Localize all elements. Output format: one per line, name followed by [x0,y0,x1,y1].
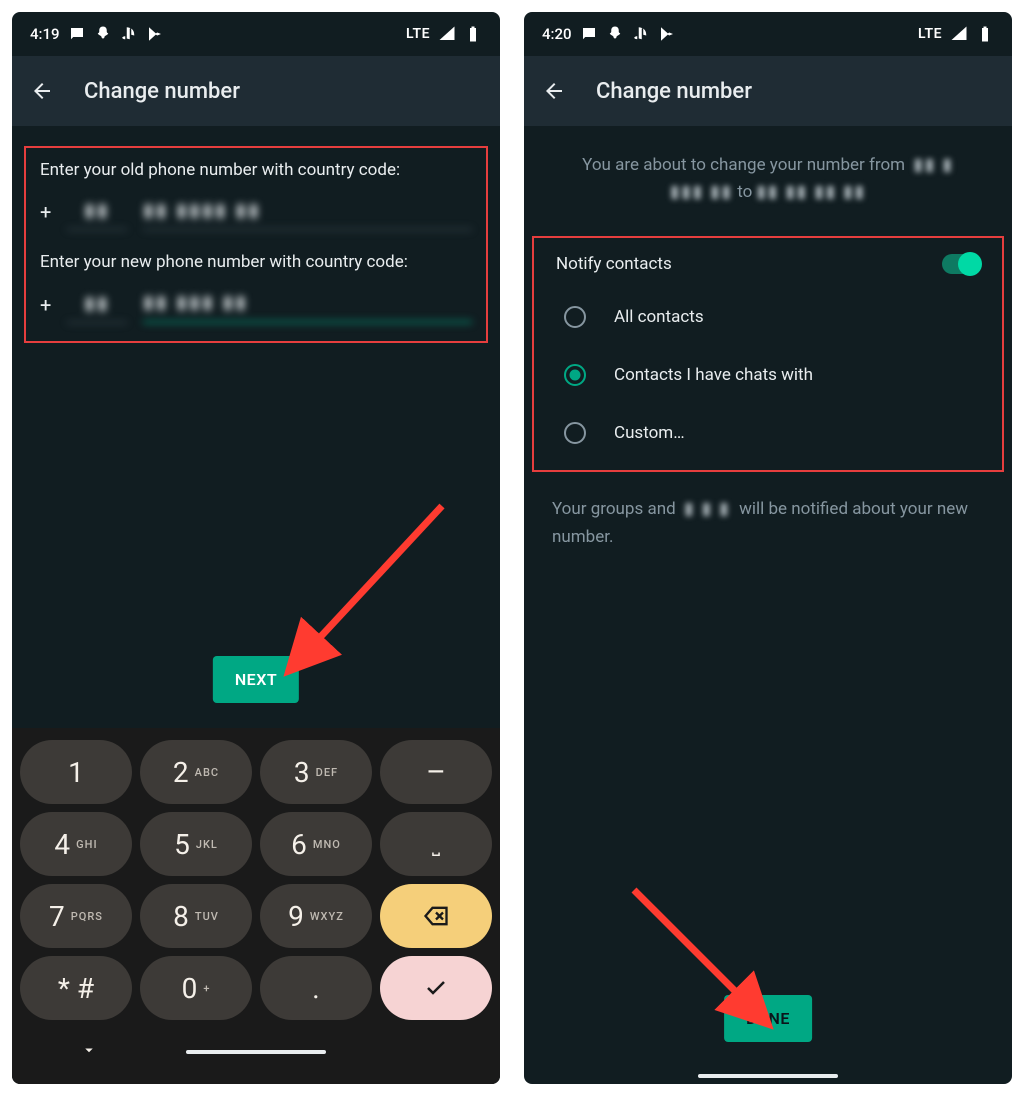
contacts-redacted: ▮ ▮ ▮ [684,496,731,523]
plus-prefix: + [40,293,51,323]
message-icon [68,25,86,43]
change-summary: You are about to change your number from… [524,126,1012,232]
key-6[interactable]: 6MNO [260,812,372,876]
playstation-icon [632,25,650,43]
key-1[interactable]: 1 [20,740,132,804]
key-5[interactable]: 5JKL [140,812,252,876]
page-title: Change number [84,79,240,104]
play-store-icon [658,25,676,43]
radio-label: Contacts I have chats with [614,365,813,385]
app-bar: Change number [524,56,1012,126]
numeric-keyboard: 12ABC3DEF– 4GHI5JKL6MNO⎵ 7PQRS8TUV9WXYZ * #… [12,728,500,1084]
highlight-box-notify: Notify contacts All contacts Contacts I h… [532,236,1004,472]
key-2[interactable]: 2ABC [140,740,252,804]
notify-toggle-row: Notify contacts [552,246,984,288]
old-number-redacted: ▮▮ ▮ [914,152,954,179]
key-4[interactable]: 4GHI [20,812,132,876]
radio-option-1[interactable]: Contacts I have chats with [552,346,984,404]
radio-label: All contacts [614,307,704,327]
annotation-arrow [282,496,462,680]
snapchat-icon [94,25,112,43]
key-space[interactable]: ⎵ [380,812,492,876]
highlight-box-numbers: Enter your old phone number with country… [24,146,488,343]
signal-icon [950,25,968,43]
old-phone-input[interactable] [143,194,472,230]
key-8[interactable]: 8TUV [140,884,252,948]
status-bar: 4:19 LTE [12,12,500,56]
status-bar: 4:20 LTE [524,12,1012,56]
key-backspace[interactable] [380,884,492,948]
old-number-row: + [40,194,472,230]
key-enter[interactable] [380,956,492,1020]
new-number-row: + [40,286,472,323]
key-7[interactable]: 7PQRS [20,884,132,948]
notify-contacts-label: Notify contacts [556,254,672,274]
to-word: to [737,182,752,202]
new-country-code-input[interactable] [67,287,127,323]
phone-left: 4:19 LTE Change number Enter your old ph… [12,12,500,1084]
signal-icon [438,25,456,43]
network-label: LTE [918,26,942,42]
old-number-label: Enter your old phone number with country… [40,160,472,180]
playstation-icon [120,25,138,43]
new-number-redacted: ▮▮ ▮▮ ▮▮ ▮▮ [757,179,867,206]
battery-icon [976,25,994,43]
back-icon[interactable] [540,77,568,105]
key-3[interactable]: 3DEF [260,740,372,804]
content-right: You are about to change your number from… [524,126,1012,1084]
old-number-redacted2: ▮▮▮ ▮▮ [670,179,733,206]
battery-icon [464,25,482,43]
status-time: 4:19 [30,25,60,43]
radio-icon [564,364,586,386]
key-* #[interactable]: * # [20,956,132,1020]
plus-prefix: + [40,200,51,230]
radio-icon [564,306,586,328]
new-number-label: Enter your new phone number with country… [40,252,472,272]
network-label: LTE [406,26,430,42]
notify-toggle[interactable] [942,254,980,274]
back-icon[interactable] [28,77,56,105]
gesture-handle [186,1050,326,1054]
key-0[interactable]: 0+ [140,956,252,1020]
done-button[interactable]: DONE [724,995,812,1042]
new-phone-input[interactable] [143,286,472,323]
next-button[interactable]: NEXT [213,656,299,703]
page-title: Change number [596,79,752,104]
gesture-handle [698,1074,838,1078]
groups-note: Your groups and ▮ ▮ ▮ will be notified a… [524,476,1012,570]
summary-line1: You are about to change your number from [582,155,905,175]
snapchat-icon [606,25,624,43]
content-left: Enter your old phone number with country… [12,126,500,1084]
message-icon [580,25,598,43]
status-time: 4:20 [542,25,572,43]
radio-icon [564,422,586,444]
old-country-code-input[interactable] [67,194,127,230]
app-bar: Change number [12,56,500,126]
key-dash[interactable]: – [380,740,492,804]
chevron-down-icon[interactable] [80,1041,98,1063]
radio-option-0[interactable]: All contacts [552,288,984,346]
key-9[interactable]: 9WXYZ [260,884,372,948]
key-.[interactable]: . [260,956,372,1020]
radio-option-2[interactable]: Custom… [552,404,984,462]
keyboard-nav-bar [20,1028,492,1076]
radio-label: Custom… [614,423,685,443]
play-store-icon [146,25,164,43]
phone-right: 4:20 LTE Change number You are about to … [524,12,1012,1084]
